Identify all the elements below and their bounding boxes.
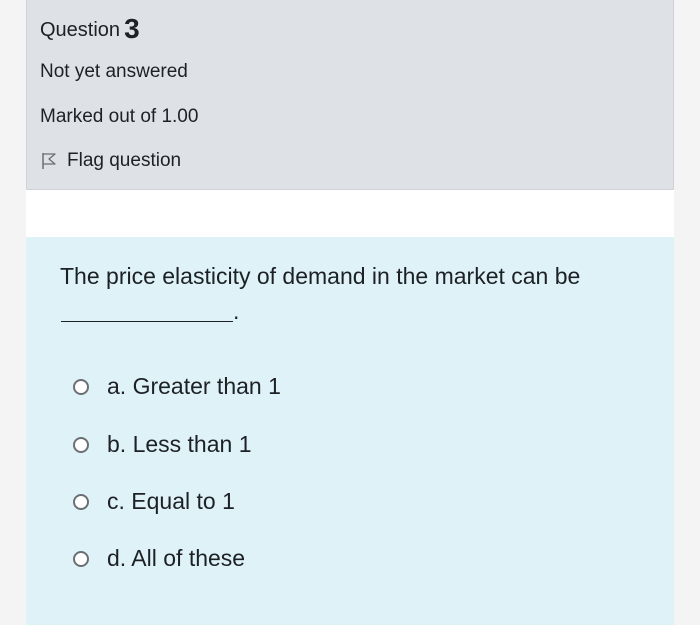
flag-question-link[interactable]: Flag question xyxy=(40,150,181,172)
option-c[interactable]: c. Equal to 1 xyxy=(73,488,235,515)
option-b-radio[interactable] xyxy=(73,436,89,453)
question-title: Question 3 xyxy=(40,14,140,45)
question-number: 3 xyxy=(124,13,140,44)
option-d[interactable]: d. All of these xyxy=(73,545,245,572)
option-c-label[interactable]: c. Equal to 1 xyxy=(107,488,235,515)
option-d-radio[interactable] xyxy=(73,550,89,567)
answer-blank-line xyxy=(61,301,233,322)
question-state: Not yet answered xyxy=(40,61,188,82)
flag-question-label: Flag question xyxy=(67,150,182,171)
option-b[interactable]: b. Less than 1 xyxy=(73,431,252,458)
option-b-label[interactable]: b. Less than 1 xyxy=(107,431,252,458)
option-a[interactable]: a. Greater than 1 xyxy=(73,373,281,400)
option-c-radio[interactable] xyxy=(73,493,89,510)
panel-divider xyxy=(26,190,674,237)
option-a-radio[interactable] xyxy=(73,378,89,395)
question-grade: Marked out of 1.00 xyxy=(40,106,199,127)
option-d-label[interactable]: d. All of these xyxy=(107,545,245,572)
flag-icon xyxy=(42,153,56,169)
question-text: The price elasticity of demand in the ma… xyxy=(60,263,581,289)
question-info-panel: Question 3 Not yet answered Marked out of… xyxy=(26,0,674,190)
question-label: Question xyxy=(40,19,121,41)
option-a-label[interactable]: a. Greater than 1 xyxy=(107,373,281,400)
quiz-page: Question 3 Not yet answered Marked out of… xyxy=(0,0,700,625)
blank-suffix: . xyxy=(233,298,240,324)
question-content-panel: The price elasticity of demand in the ma… xyxy=(26,237,674,625)
